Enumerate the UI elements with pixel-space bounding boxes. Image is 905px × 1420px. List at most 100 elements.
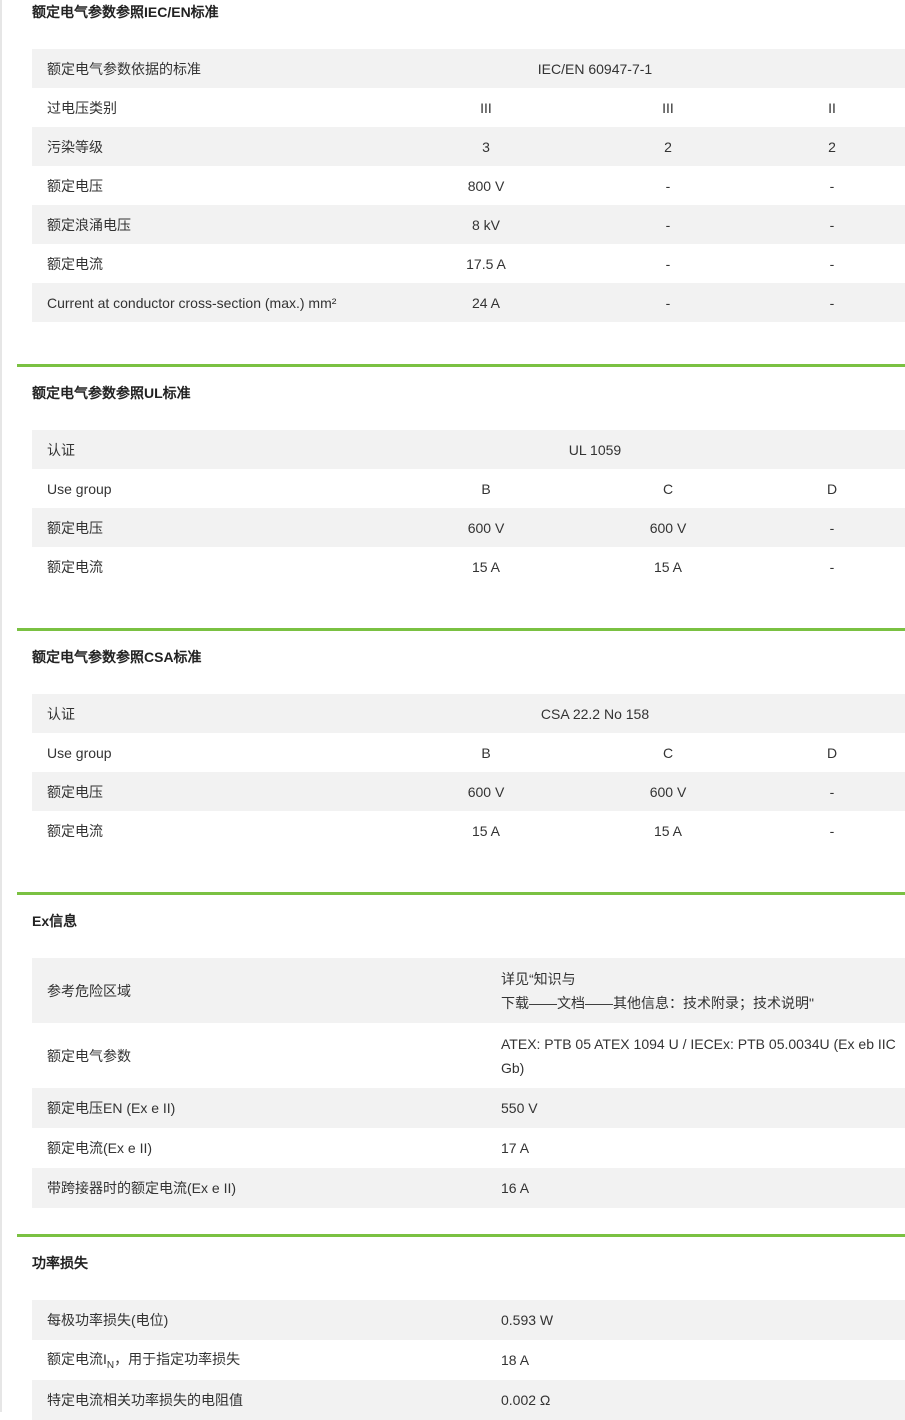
row-value: 17 A bbox=[501, 1140, 530, 1156]
row-label: 额定电流(Ex e II) bbox=[47, 1140, 153, 1156]
row-value: III bbox=[480, 99, 492, 116]
section-title-ul: 额定电气参数参照UL标准 bbox=[32, 385, 191, 401]
row-label: 额定电压 bbox=[32, 508, 395, 547]
row-value: 2 bbox=[577, 127, 759, 166]
table-row: 额定电流(Ex e II) 17 A bbox=[32, 1128, 905, 1168]
row-value: - bbox=[829, 558, 835, 575]
row-value: B bbox=[481, 480, 491, 497]
section-title-ex: Ex信息 bbox=[32, 913, 78, 929]
row-label: 额定浪涌电压 bbox=[32, 205, 395, 244]
left-border bbox=[0, 0, 2, 1412]
row-value: 24 A bbox=[395, 283, 577, 322]
table-row: 额定电压EN (Ex e II) 550 V bbox=[32, 1088, 905, 1128]
table-row: 污染等级 3 2 2 bbox=[32, 127, 905, 166]
row-value: - bbox=[759, 508, 905, 547]
section-title-power-loss: 功率损失 bbox=[32, 1255, 88, 1271]
row-label: 额定电压EN (Ex e II) bbox=[32, 1088, 486, 1128]
ul-table: 认证 UL 1059 Use group B C D 额定电压 600 V 60… bbox=[32, 430, 905, 586]
ex-table: 参考危险区域 详见“知识与 下载——文档——其他信息：技术附录；技术说明" 额定… bbox=[32, 958, 905, 1208]
row-value: 550 V bbox=[486, 1088, 905, 1128]
row-value: UL 1059 bbox=[395, 430, 905, 469]
table-row: 额定电压 800 V - - bbox=[32, 166, 905, 205]
row-value: 3 bbox=[395, 127, 577, 166]
row-label: 参考危险区域 bbox=[32, 958, 486, 1023]
row-value: - bbox=[759, 205, 905, 244]
row-value: B bbox=[481, 744, 491, 761]
table-row: 额定电流 15 A 15 A - bbox=[32, 547, 905, 586]
table-row: 额定电气参数 ATEX: PTB 05 ATEX 1094 U / IECEx:… bbox=[32, 1023, 905, 1088]
row-value: - bbox=[829, 255, 835, 272]
row-value: 17.5 A bbox=[466, 255, 506, 272]
row-label: Use group bbox=[47, 480, 112, 497]
row-value: - bbox=[577, 205, 759, 244]
power-table: 每极功率损失(电位) 0.593 W 额定电流IN，用于指定功率损失 18 A … bbox=[32, 1300, 905, 1420]
label-text: 额定电流I bbox=[47, 1351, 107, 1368]
row-value: - bbox=[829, 822, 835, 839]
section-ex: Ex信息 参考危险区域 详见“知识与 下载——文档——其他信息：技术附录；技术说… bbox=[17, 892, 905, 1208]
row-value: ATEX: PTB 05 ATEX 1094 U / IECEx: PTB 05… bbox=[486, 1023, 905, 1088]
row-label: 特定电流相关功率损失的电阻值 bbox=[32, 1380, 486, 1420]
row-value: - bbox=[577, 283, 759, 322]
row-value: IEC/EN 60947-7-1 bbox=[395, 49, 905, 88]
table-row: 额定电流 15 A 15 A - bbox=[32, 811, 905, 850]
value-line: 下载——文档——其他信息：技术附录；技术说明" bbox=[501, 994, 814, 1011]
row-value: - bbox=[759, 283, 905, 322]
row-value: III bbox=[662, 99, 674, 116]
table-row: 认证 CSA 22.2 No 158 bbox=[32, 694, 905, 733]
table-row: Current at conductor cross-section (max.… bbox=[32, 283, 905, 322]
section-divider bbox=[17, 892, 905, 895]
row-label: 认证 bbox=[32, 694, 395, 733]
table-row: 额定浪涌电压 8 kV - - bbox=[32, 205, 905, 244]
row-value: D bbox=[826, 744, 838, 761]
row-label: 额定电气参数依据的标准 bbox=[32, 49, 395, 88]
table-row: Use group B C D bbox=[32, 469, 905, 508]
label-text: ，用于指定功率损失 bbox=[114, 1351, 241, 1368]
table-row: 额定电气参数依据的标准 IEC/EN 60947-7-1 bbox=[32, 49, 905, 88]
table-row: Use group B C D bbox=[32, 733, 905, 772]
row-value: 详见“知识与 下载——文档——其他信息：技术附录；技术说明" bbox=[486, 958, 905, 1023]
row-value: 2 bbox=[759, 127, 905, 166]
row-value: - bbox=[665, 177, 671, 194]
row-value: 0.593 W bbox=[486, 1300, 905, 1340]
row-value: 18 A bbox=[501, 1352, 530, 1368]
row-value: 15 A bbox=[653, 822, 683, 839]
table-row: 额定电压 600 V 600 V - bbox=[32, 508, 905, 547]
table-row: 额定电压 600 V 600 V - bbox=[32, 772, 905, 811]
row-value: - bbox=[665, 255, 671, 272]
row-value: 15 A bbox=[471, 558, 501, 575]
section-divider bbox=[17, 1234, 905, 1237]
row-label: 额定电流 bbox=[47, 822, 103, 839]
iec-table: 额定电气参数依据的标准 IEC/EN 60947-7-1 过电压类别 III I… bbox=[32, 49, 905, 322]
row-label: 额定电压 bbox=[47, 177, 103, 194]
row-value: 15 A bbox=[653, 558, 683, 575]
value-line: 详见“知识与 bbox=[501, 970, 576, 987]
row-label: 额定电气参数 bbox=[47, 1047, 131, 1064]
row-value: 600 V bbox=[395, 508, 577, 547]
section-csa: 额定电气参数参照CSA标准 认证 CSA 22.2 No 158 Use gro… bbox=[17, 628, 905, 839]
row-label: 污染等级 bbox=[32, 127, 395, 166]
row-value: II bbox=[828, 99, 836, 116]
row-value: 600 V bbox=[577, 772, 759, 811]
row-value: 800 V bbox=[467, 177, 505, 194]
table-row: 过电压类别 III III II bbox=[32, 88, 905, 127]
row-value: C bbox=[662, 480, 674, 497]
table-row: 特定电流相关功率损失的电阻值 0.002 Ω bbox=[32, 1380, 905, 1420]
row-label: 带跨接器时的额定电流(Ex e II) bbox=[32, 1168, 486, 1208]
row-value: 16 A bbox=[486, 1168, 905, 1208]
row-value: 0.002 Ω bbox=[486, 1380, 905, 1420]
row-value: 8 kV bbox=[395, 205, 577, 244]
section-title-iec: 额定电气参数参照IEC/EN标准 bbox=[32, 4, 219, 20]
row-label: 每极功率损失(电位) bbox=[32, 1300, 486, 1340]
value-line: ATEX: PTB 05 ATEX 1094 U / IECEx: PTB 05… bbox=[501, 1035, 896, 1052]
row-label: 额定电压 bbox=[32, 772, 395, 811]
table-row: 认证 UL 1059 bbox=[32, 430, 905, 469]
section-divider bbox=[17, 628, 905, 631]
row-label: 额定电流 bbox=[47, 255, 103, 272]
table-row: 每极功率损失(电位) 0.593 W bbox=[32, 1300, 905, 1340]
row-label: 额定电流 bbox=[47, 558, 103, 575]
row-label: 认证 bbox=[32, 430, 395, 469]
row-value: CSA 22.2 No 158 bbox=[395, 694, 905, 733]
row-label: Current at conductor cross-section (max.… bbox=[32, 283, 395, 322]
section-divider bbox=[17, 364, 905, 367]
table-row: 参考危险区域 详见“知识与 下载——文档——其他信息：技术附录；技术说明" bbox=[32, 958, 905, 1023]
